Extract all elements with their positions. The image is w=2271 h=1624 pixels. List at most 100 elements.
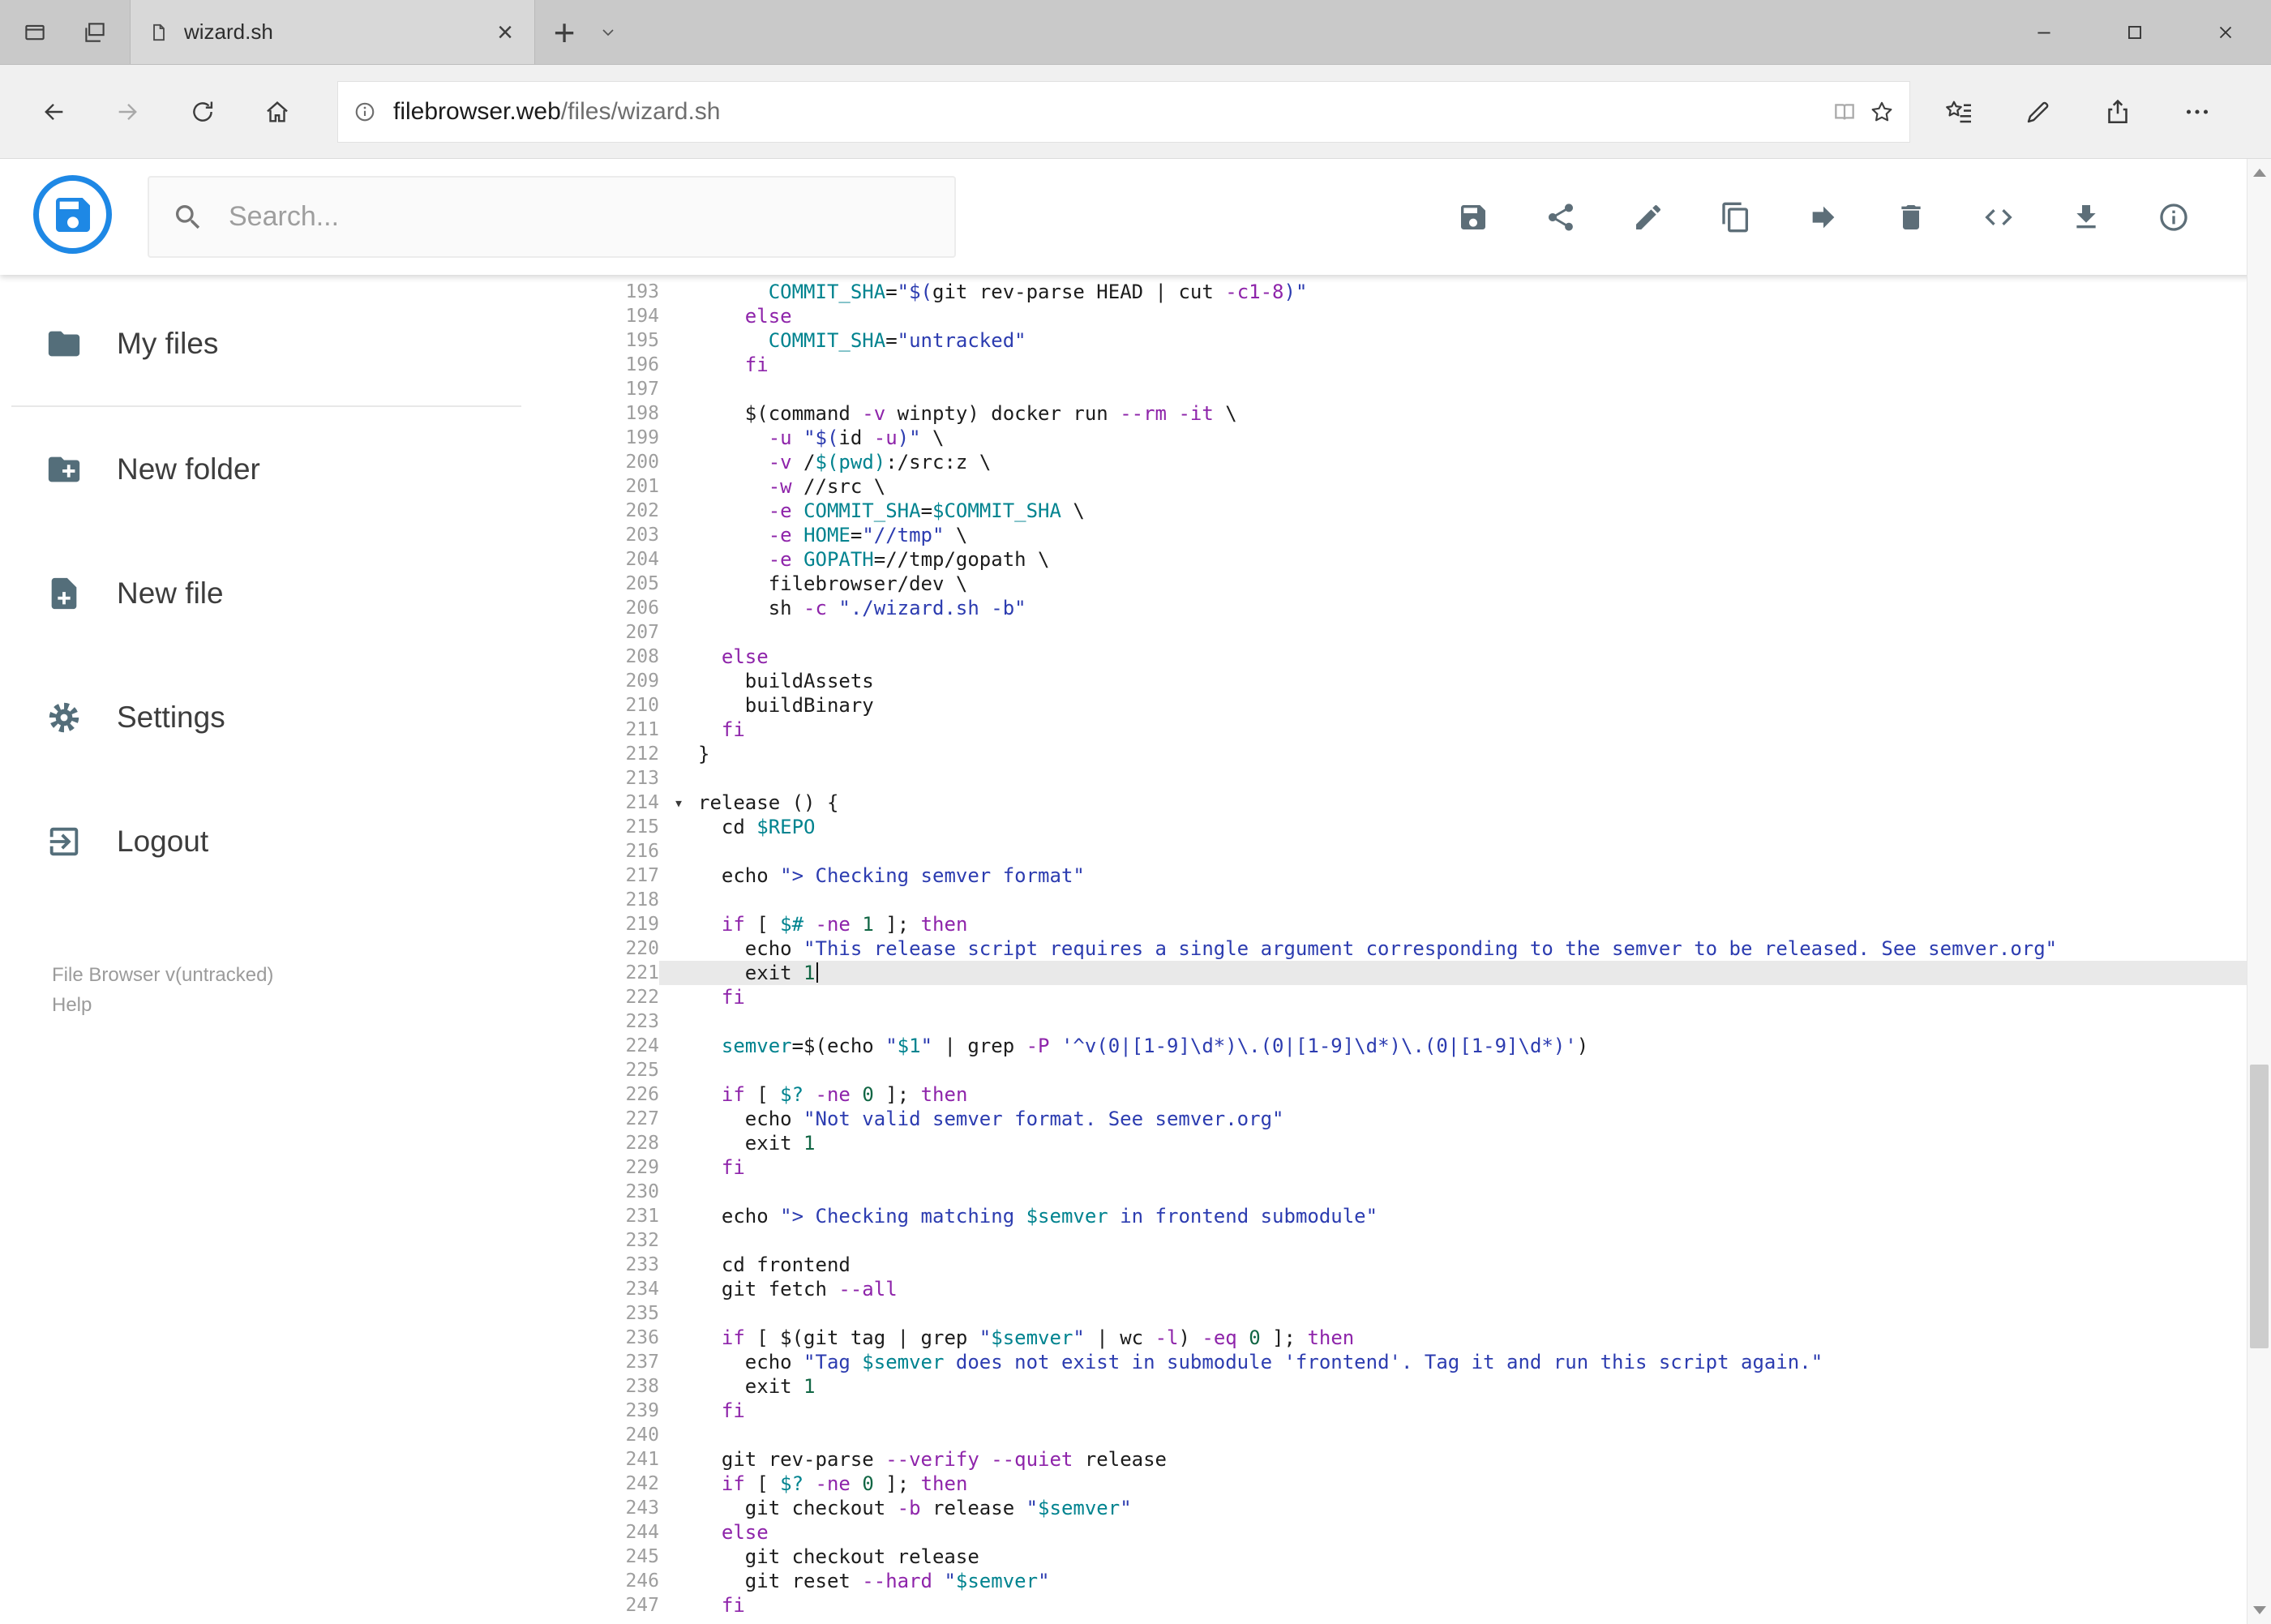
code-line-237[interactable]: 237 echo "Tag $semver does not exist in …	[568, 1350, 2247, 1374]
code-line-236[interactable]: 236 if [ $(git tag | grep "$semver" | wc…	[568, 1326, 2247, 1350]
forward-button[interactable]	[91, 75, 165, 149]
code-line-229[interactable]: 229 fi	[568, 1155, 2247, 1180]
set-tabs-aside-icon[interactable]	[23, 20, 47, 45]
maximize-button[interactable]	[2089, 0, 2180, 64]
scroll-down-button[interactable]	[2247, 1596, 2271, 1624]
code-line-199[interactable]: 199 -u "$(id -u)" \	[568, 426, 2247, 450]
code-line-231[interactable]: 231 echo "> Checking matching $semver in…	[568, 1204, 2247, 1228]
code-line-196[interactable]: 196 fi	[568, 353, 2247, 377]
code-line-209[interactable]: 209 buildAssets	[568, 669, 2247, 693]
code-line-225[interactable]: 225	[568, 1058, 2247, 1082]
web-note-pen-icon[interactable]	[2024, 97, 2053, 126]
code-line-200[interactable]: 200 -v /$(pwd):/src:z \	[568, 450, 2247, 474]
search-box[interactable]	[148, 176, 956, 258]
sidebar-item-new-file[interactable]: New file	[0, 531, 568, 655]
tab-dropdown-icon[interactable]	[598, 23, 618, 42]
code-editor[interactable]: 193 COMMIT_SHA="$(git rev-parse HEAD | c…	[568, 275, 2247, 1624]
new-tab-button[interactable]: +	[535, 0, 593, 64]
code-line-227[interactable]: 227 echo "Not valid semver format. See s…	[568, 1107, 2247, 1131]
code-line-219[interactable]: 219 if [ $# -ne 1 ]; then	[568, 912, 2247, 936]
save-button[interactable]	[1450, 195, 1496, 240]
code-line-247[interactable]: 247 fi	[568, 1593, 2247, 1618]
address-bar[interactable]: filebrowser.web/files/wizard.sh	[337, 80, 1910, 143]
sidebar-item-logout[interactable]: Logout	[0, 779, 568, 903]
reading-view-icon[interactable]	[1832, 99, 1858, 125]
code-line-208[interactable]: 208 else	[568, 645, 2247, 669]
code-line-206[interactable]: 206 sh -c "./wizard.sh -b"	[568, 596, 2247, 620]
copy-button[interactable]	[1713, 195, 1759, 240]
code-line-241[interactable]: 241 git rev-parse --verify --quiet relea…	[568, 1447, 2247, 1472]
tab-close-icon[interactable]: ×	[494, 19, 516, 46]
code-line-205[interactable]: 205 filebrowser/dev \	[568, 572, 2247, 596]
tabs-preview-icon[interactable]	[83, 20, 107, 45]
hub-icon[interactable]	[1944, 97, 1973, 126]
code-line-218[interactable]: 218	[568, 888, 2247, 912]
code-line-201[interactable]: 201 -w //src \	[568, 474, 2247, 499]
code-line-195[interactable]: 195 COMMIT_SHA="untracked"	[568, 328, 2247, 353]
scroll-up-button[interactable]	[2247, 159, 2271, 186]
code-line-242[interactable]: 242 if [ $? -ne 0 ]; then	[568, 1472, 2247, 1496]
close-window-button[interactable]	[2180, 0, 2271, 64]
page-scrollbar[interactable]	[2247, 159, 2271, 1624]
sidebar-item-settings[interactable]: Settings	[0, 655, 568, 779]
code-line-221[interactable]: 221 exit 1	[568, 961, 2247, 985]
code-line-244[interactable]: 244 else	[568, 1520, 2247, 1545]
code-line-216[interactable]: 216	[568, 839, 2247, 863]
code-line-212[interactable]: 212}	[568, 742, 2247, 766]
fold-marker-icon[interactable]: ▾	[674, 791, 683, 815]
code-line-234[interactable]: 234 git fetch --all	[568, 1277, 2247, 1301]
code-line-198[interactable]: 198 $(command -v winpty) docker run --rm…	[568, 401, 2247, 426]
url-text[interactable]: filebrowser.web/files/wizard.sh	[393, 98, 1820, 126]
site-info-icon[interactable]	[353, 100, 377, 124]
share-button[interactable]	[1538, 195, 1583, 240]
code-line-193[interactable]: 193 COMMIT_SHA="$(git rev-parse HEAD | c…	[568, 280, 2247, 304]
code-line-215[interactable]: 215 cd $REPO	[568, 815, 2247, 839]
code-line-240[interactable]: 240	[568, 1423, 2247, 1447]
code-line-223[interactable]: 223	[568, 1009, 2247, 1034]
favorite-star-icon[interactable]	[1869, 99, 1895, 125]
sidebar-item-new-folder[interactable]: New folder	[0, 407, 568, 531]
delete-button[interactable]	[1888, 195, 1934, 240]
filebrowser-logo-icon[interactable]	[33, 175, 112, 254]
rename-button[interactable]	[1626, 195, 1671, 240]
help-link[interactable]: Help	[52, 990, 273, 1020]
code-line-235[interactable]: 235	[568, 1301, 2247, 1326]
code-line-228[interactable]: 228 exit 1	[568, 1131, 2247, 1155]
more-icon[interactable]	[2183, 97, 2212, 126]
back-button[interactable]	[16, 75, 91, 149]
code-line-222[interactable]: 222 fi	[568, 985, 2247, 1009]
info-button[interactable]	[2151, 195, 2196, 240]
scrollbar-thumb[interactable]	[2250, 1065, 2269, 1348]
code-line-226[interactable]: 226 if [ $? -ne 0 ]; then	[568, 1082, 2247, 1107]
code-line-239[interactable]: 239 fi	[568, 1399, 2247, 1423]
code-line-202[interactable]: 202 -e COMMIT_SHA=$COMMIT_SHA \	[568, 499, 2247, 523]
code-line-194[interactable]: 194 else	[568, 304, 2247, 328]
code-line-233[interactable]: 233 cd frontend	[568, 1253, 2247, 1277]
code-line-245[interactable]: 245 git checkout release	[568, 1545, 2247, 1569]
code-line-238[interactable]: 238 exit 1	[568, 1374, 2247, 1399]
code-line-210[interactable]: 210 buildBinary	[568, 693, 2247, 718]
code-line-214[interactable]: 214 ▾ release () {	[568, 791, 2247, 815]
search-input[interactable]	[227, 200, 932, 234]
code-line-211[interactable]: 211 fi	[568, 718, 2247, 742]
code-line-217[interactable]: 217 echo "> Checking semver format"	[568, 863, 2247, 888]
code-line-220[interactable]: 220 echo "This release script requires a…	[568, 936, 2247, 961]
code-line-207[interactable]: 207	[568, 620, 2247, 645]
code-view-button[interactable]	[1976, 195, 2021, 240]
download-button[interactable]	[2063, 195, 2109, 240]
move-button[interactable]	[1801, 195, 1846, 240]
sidebar-item-my-files[interactable]: My files	[0, 281, 568, 405]
code-line-230[interactable]: 230	[568, 1180, 2247, 1204]
code-line-213[interactable]: 213	[568, 766, 2247, 791]
code-line-243[interactable]: 243 git checkout -b release "$semver"	[568, 1496, 2247, 1520]
code-line-197[interactable]: 197	[568, 377, 2247, 401]
tab-wizard-sh[interactable]: wizard.sh ×	[130, 0, 535, 64]
refresh-button[interactable]	[165, 75, 240, 149]
minimize-button[interactable]	[1999, 0, 2089, 64]
code-line-232[interactable]: 232	[568, 1228, 2247, 1253]
code-line-224[interactable]: 224 semver=$(echo "$1" | grep -P '^v(0|[…	[568, 1034, 2247, 1058]
code-line-203[interactable]: 203 -e HOME="//tmp" \	[568, 523, 2247, 547]
home-button[interactable]	[240, 75, 315, 149]
share-arrow-icon[interactable]	[2103, 97, 2132, 126]
code-line-246[interactable]: 246 git reset --hard "$semver"	[568, 1569, 2247, 1593]
